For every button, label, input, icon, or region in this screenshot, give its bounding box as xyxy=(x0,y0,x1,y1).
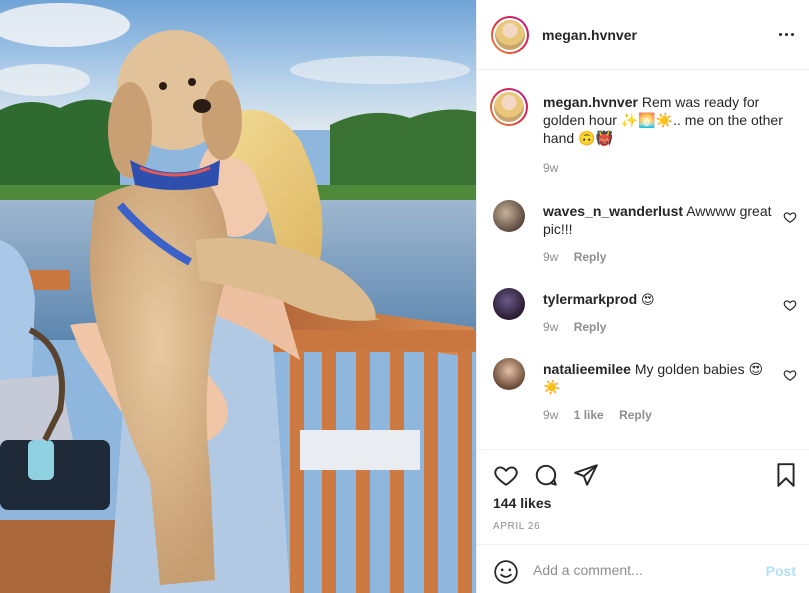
more-options-icon[interactable] xyxy=(776,24,796,44)
comment-heart-icon[interactable] xyxy=(783,368,797,382)
comment-time[interactable]: 9w xyxy=(543,250,558,264)
comment-heart-icon[interactable] xyxy=(783,210,797,224)
caption-meta: 9w xyxy=(543,161,570,175)
add-comment-bar: Post xyxy=(477,544,809,593)
commenter-avatar[interactable] xyxy=(493,200,525,232)
post-image xyxy=(0,0,476,593)
comment-meta: 9w 1 like Reply xyxy=(543,408,664,422)
reply-button[interactable]: Reply xyxy=(619,408,652,422)
paper-plane-icon[interactable] xyxy=(573,462,599,488)
comment-time[interactable]: 9w xyxy=(543,408,558,422)
post-panel: megan.hvnver megan.hvnver Rem was ready … xyxy=(476,0,809,593)
comment-username[interactable]: waves_n_wanderlust xyxy=(543,203,683,219)
reply-button[interactable]: Reply xyxy=(574,320,607,334)
comment-username[interactable]: natalieemilee xyxy=(543,361,631,377)
author-username[interactable]: megan.hvnver xyxy=(542,27,637,43)
commenter-avatar[interactable] xyxy=(493,288,525,320)
comments-list[interactable]: megan.hvnver Rem was ready for golden ho… xyxy=(477,71,809,449)
commenter-avatar[interactable] xyxy=(493,358,525,390)
comment-likes[interactable]: 1 like xyxy=(574,408,604,422)
reply-button[interactable]: Reply xyxy=(574,250,607,264)
post-photo[interactable] xyxy=(0,0,476,593)
post-button[interactable]: Post xyxy=(766,563,796,579)
likes-count[interactable]: 144 likes xyxy=(493,495,551,511)
comment-time[interactable]: 9w xyxy=(543,320,558,334)
comment-icon[interactable] xyxy=(533,462,559,488)
comment-username[interactable]: tylermarkprod xyxy=(543,291,637,307)
comment-heart-icon[interactable] xyxy=(783,298,797,312)
post-actions: 144 likes APRIL 26 xyxy=(477,449,809,544)
comment-input[interactable] xyxy=(533,559,753,581)
caption-time[interactable]: 9w xyxy=(543,161,558,175)
comment-text: 😍 xyxy=(641,293,655,308)
comment-meta: 9w Reply xyxy=(543,320,618,334)
caption-username[interactable]: megan.hvnver xyxy=(543,94,638,110)
author-avatar[interactable] xyxy=(491,15,529,54)
smiley-icon[interactable] xyxy=(493,559,519,585)
caption-avatar[interactable] xyxy=(490,88,528,126)
post-date: APRIL 26 xyxy=(493,521,541,532)
comment-meta: 9w Reply xyxy=(543,250,618,264)
heart-icon[interactable] xyxy=(493,462,519,488)
post-header: megan.hvnver xyxy=(477,0,809,70)
bookmark-icon[interactable] xyxy=(773,462,799,488)
